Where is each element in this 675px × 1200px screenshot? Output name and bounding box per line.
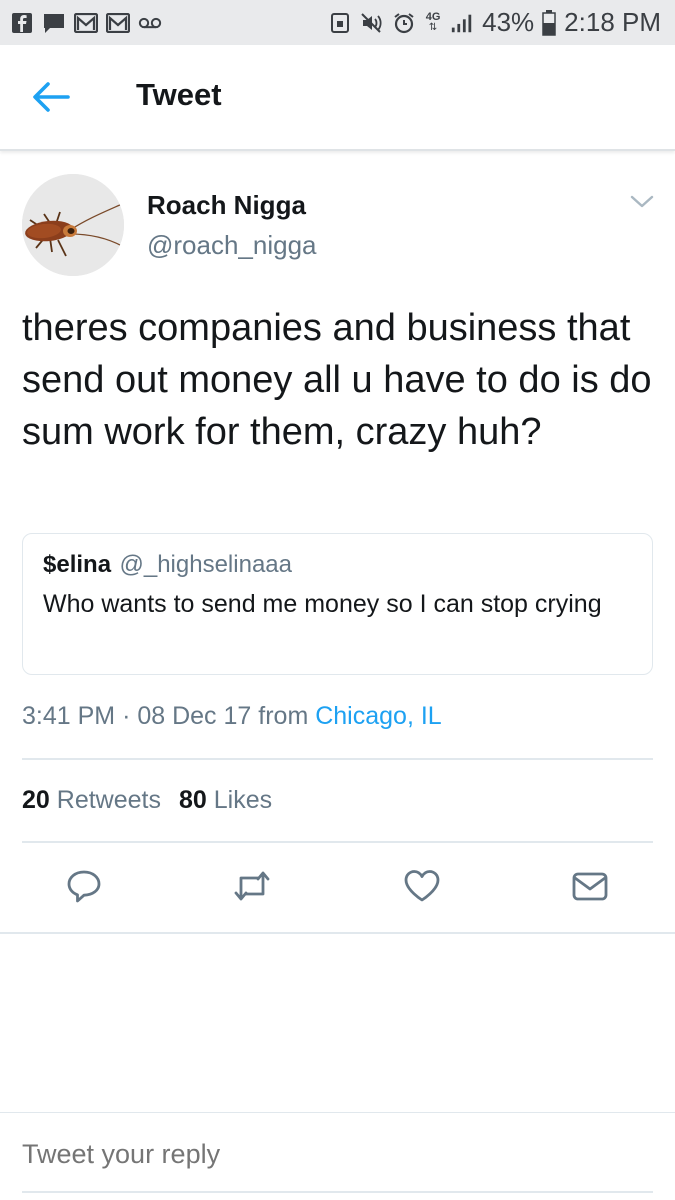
divider [0, 932, 675, 934]
retweet-icon [234, 871, 270, 901]
status-left-icons [10, 12, 162, 34]
meta-separator: · [122, 702, 138, 730]
retweets-label: Retweets [56, 786, 161, 814]
gmail-icon [106, 12, 130, 34]
cockroach-avatar-image [22, 174, 124, 276]
status-time: 2:18 PM [564, 7, 661, 37]
tweet-stats: 20 Retweets 80 Likes [22, 786, 272, 815]
signal-icon [450, 12, 474, 34]
from-label: from [258, 702, 316, 730]
tweet-timestamp-line: 3:41 PM · 08 Dec 17 from Chicago, IL [22, 702, 442, 731]
quoted-author-name: $elina [43, 551, 112, 578]
reply-composer [0, 1112, 675, 1200]
avatar[interactable] [22, 174, 124, 276]
author-display-name[interactable]: Roach Nigga [147, 190, 306, 221]
author-handle[interactable]: @roach_nigga [147, 230, 317, 261]
gmail-icon [74, 12, 98, 34]
top-app-bar: Tweet [0, 45, 675, 151]
divider [22, 758, 653, 760]
tweet-text: theres companies and business that send … [22, 307, 652, 453]
chevron-down-icon [630, 195, 654, 208]
quoted-tweet-text: Who wants to send me money so I can stop… [43, 590, 602, 618]
like-button[interactable] [402, 868, 442, 904]
tweet-action-bar [0, 858, 675, 918]
facebook-icon [10, 12, 34, 34]
likes-count: 80 [178, 786, 207, 814]
status-bar: 4G ⇅ 43% 2:18 PM [0, 0, 675, 45]
mute-icon [360, 12, 384, 34]
network-icon: 4G ⇅ [425, 11, 441, 33]
battery-percent: 43% [482, 7, 535, 37]
voicemail-icon [138, 12, 162, 34]
tweet-options-button[interactable] [628, 190, 656, 212]
reply-icon [67, 870, 101, 903]
tweet-time: 3:41 PM [22, 702, 116, 730]
status-right-icons: 4G ⇅ 43% 2:18 PM [328, 7, 661, 38]
tweet-location-link[interactable]: Chicago, IL [315, 702, 441, 730]
quoted-author-handle: @_highselinaaa [119, 551, 293, 578]
retweets-count: 20 [22, 786, 50, 814]
retweets-stat[interactable]: 20 Retweets [22, 786, 161, 814]
back-arrow-icon [33, 82, 70, 112]
alarm-icon [392, 12, 416, 34]
lock-icon [328, 12, 352, 34]
back-button[interactable] [30, 80, 72, 114]
likes-stat[interactable]: 80 Likes [179, 786, 272, 814]
quoted-tweet-header: $elina @_highselinaaa [43, 548, 632, 585]
divider [22, 841, 653, 843]
battery-icon [542, 9, 556, 36]
likes-label: Likes [213, 786, 273, 814]
retweet-button[interactable] [232, 868, 272, 904]
reply-button[interactable] [64, 868, 104, 904]
reply-input-underline [22, 1191, 653, 1193]
reply-input[interactable] [22, 1139, 653, 1170]
page-title: Tweet [136, 77, 222, 112]
heart-icon [404, 870, 440, 902]
envelope-icon [572, 872, 608, 901]
tweet-date: 08 Dec 17 [137, 702, 252, 730]
direct-message-button[interactable] [570, 868, 610, 904]
quoted-tweet-card[interactable]: $elina @_highselinaaa Who wants to send … [22, 533, 653, 675]
message-icon [42, 12, 66, 34]
